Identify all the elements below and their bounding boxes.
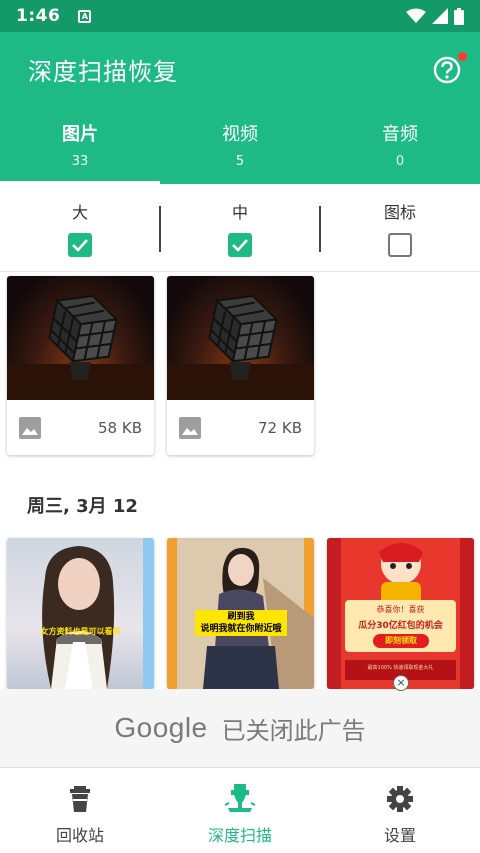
tab-label: 图片 (62, 124, 98, 145)
photo-caption-box: 刷到我 说明我就在你附近哦 (195, 610, 287, 636)
nav-settings[interactable]: 设置 (320, 768, 480, 853)
filter-label: 中 (231, 203, 248, 222)
trash-icon (70, 786, 90, 812)
drill-icon (225, 784, 255, 812)
tab-count: 0 (395, 154, 405, 169)
filter-divider (319, 206, 321, 252)
ad-closed-message: 已关闭此广告 (221, 716, 366, 745)
nav-label: 设置 (383, 826, 416, 845)
image-card[interactable]: 58 KB (7, 276, 154, 455)
tab-count: 33 (71, 154, 89, 169)
filter-icon[interactable]: 图标 (320, 184, 480, 271)
bottom-navigation: 回收站 深度扫描 设置 (0, 767, 480, 853)
promo-thumbnail: 恭喜你！喜获 瓜分30亿红包的机会 即刻领取 最高100% 快速领取现金大礼 (327, 538, 474, 689)
help-button[interactable] (433, 52, 467, 84)
gear-icon (387, 786, 413, 812)
tab-label: 音频 (382, 124, 418, 145)
promo-headline: 恭喜你！喜获 (376, 605, 425, 614)
image-icon (19, 416, 41, 439)
photo-thumbnail: 刷到我 说明我就在你附近哦 (167, 538, 314, 689)
status-icons (406, 7, 464, 25)
ad-brand: Google (114, 712, 208, 743)
tab-count: 5 (235, 154, 245, 169)
ad-close-icon[interactable]: × (393, 675, 409, 691)
filter-large-checkbox[interactable] (68, 233, 92, 257)
tab-videos[interactable]: 视频 5 (160, 116, 320, 184)
sim-badge-icon: A (78, 9, 92, 23)
app-bar: 深度扫描恢复 图片 33 视频 5 音频 0 (0, 32, 480, 184)
status-bar: 1:46 A (0, 0, 480, 32)
tab-images[interactable]: 图片 33 (0, 116, 160, 184)
notification-dot (458, 52, 467, 61)
filter-icon-checkbox[interactable] (388, 233, 412, 257)
photo-thumbnail: 女方资料也是可以看的 (7, 538, 154, 689)
promo-footer: 最高100% 快速领取现金大礼 (367, 665, 434, 671)
image-card[interactable]: 恭喜你！喜获 瓜分30亿红包的机会 即刻领取 最高100% 快速领取现金大礼 (327, 538, 474, 689)
photo-caption-line: 说明我就在你附近哦 (200, 624, 282, 634)
battery-icon (454, 7, 464, 25)
nav-deep-scan[interactable]: 深度扫描 (160, 768, 320, 853)
filter-medium-checkbox[interactable] (228, 233, 252, 257)
page-title: 深度扫描恢复 (28, 58, 178, 86)
file-size: 58 KB (98, 418, 142, 437)
file-size: 72 KB (258, 418, 302, 437)
size-filters: 大 中 图标 (0, 184, 480, 272)
filter-divider (159, 206, 161, 252)
filter-medium[interactable]: 中 (160, 184, 320, 271)
nav-recycle-bin[interactable]: 回收站 (0, 768, 160, 853)
filter-large[interactable]: 大 (0, 184, 160, 271)
status-time: 1:46 (16, 6, 61, 26)
image-card[interactable]: 刷到我 说明我就在你附近哦 (167, 538, 314, 689)
nav-label: 深度扫描 (207, 826, 272, 845)
image-card[interactable]: 女方资料也是可以看的 (7, 538, 154, 689)
cube-thumbnail (7, 276, 154, 400)
tab-label: 视频 (222, 124, 258, 145)
signal-icon (432, 8, 448, 24)
image-icon (179, 416, 201, 439)
ad-banner-closed: Google 已关闭此广告 (0, 689, 480, 767)
photo-caption-line: 刷到我 (227, 612, 255, 622)
filter-label: 大 (71, 203, 88, 222)
promo-button: 即刻领取 (385, 636, 417, 645)
filter-label: 图标 (383, 203, 416, 222)
image-card[interactable]: 72 KB (167, 276, 314, 455)
card-footer: 72 KB (167, 400, 314, 455)
cube-thumbnail (167, 276, 314, 400)
section-date-header: 周三, 3月 12 (27, 496, 138, 517)
help-icon (433, 56, 461, 84)
tab-audio[interactable]: 音频 0 (320, 116, 480, 184)
wifi-icon (406, 8, 426, 23)
photo-caption: 女方资料也是可以看的 (40, 627, 121, 636)
card-footer: 58 KB (7, 400, 154, 455)
media-tabs: 图片 33 视频 5 音频 0 (0, 116, 480, 184)
promo-subhead: 瓜分30亿红包的机会 (358, 621, 443, 631)
nav-label: 回收站 (55, 826, 104, 845)
